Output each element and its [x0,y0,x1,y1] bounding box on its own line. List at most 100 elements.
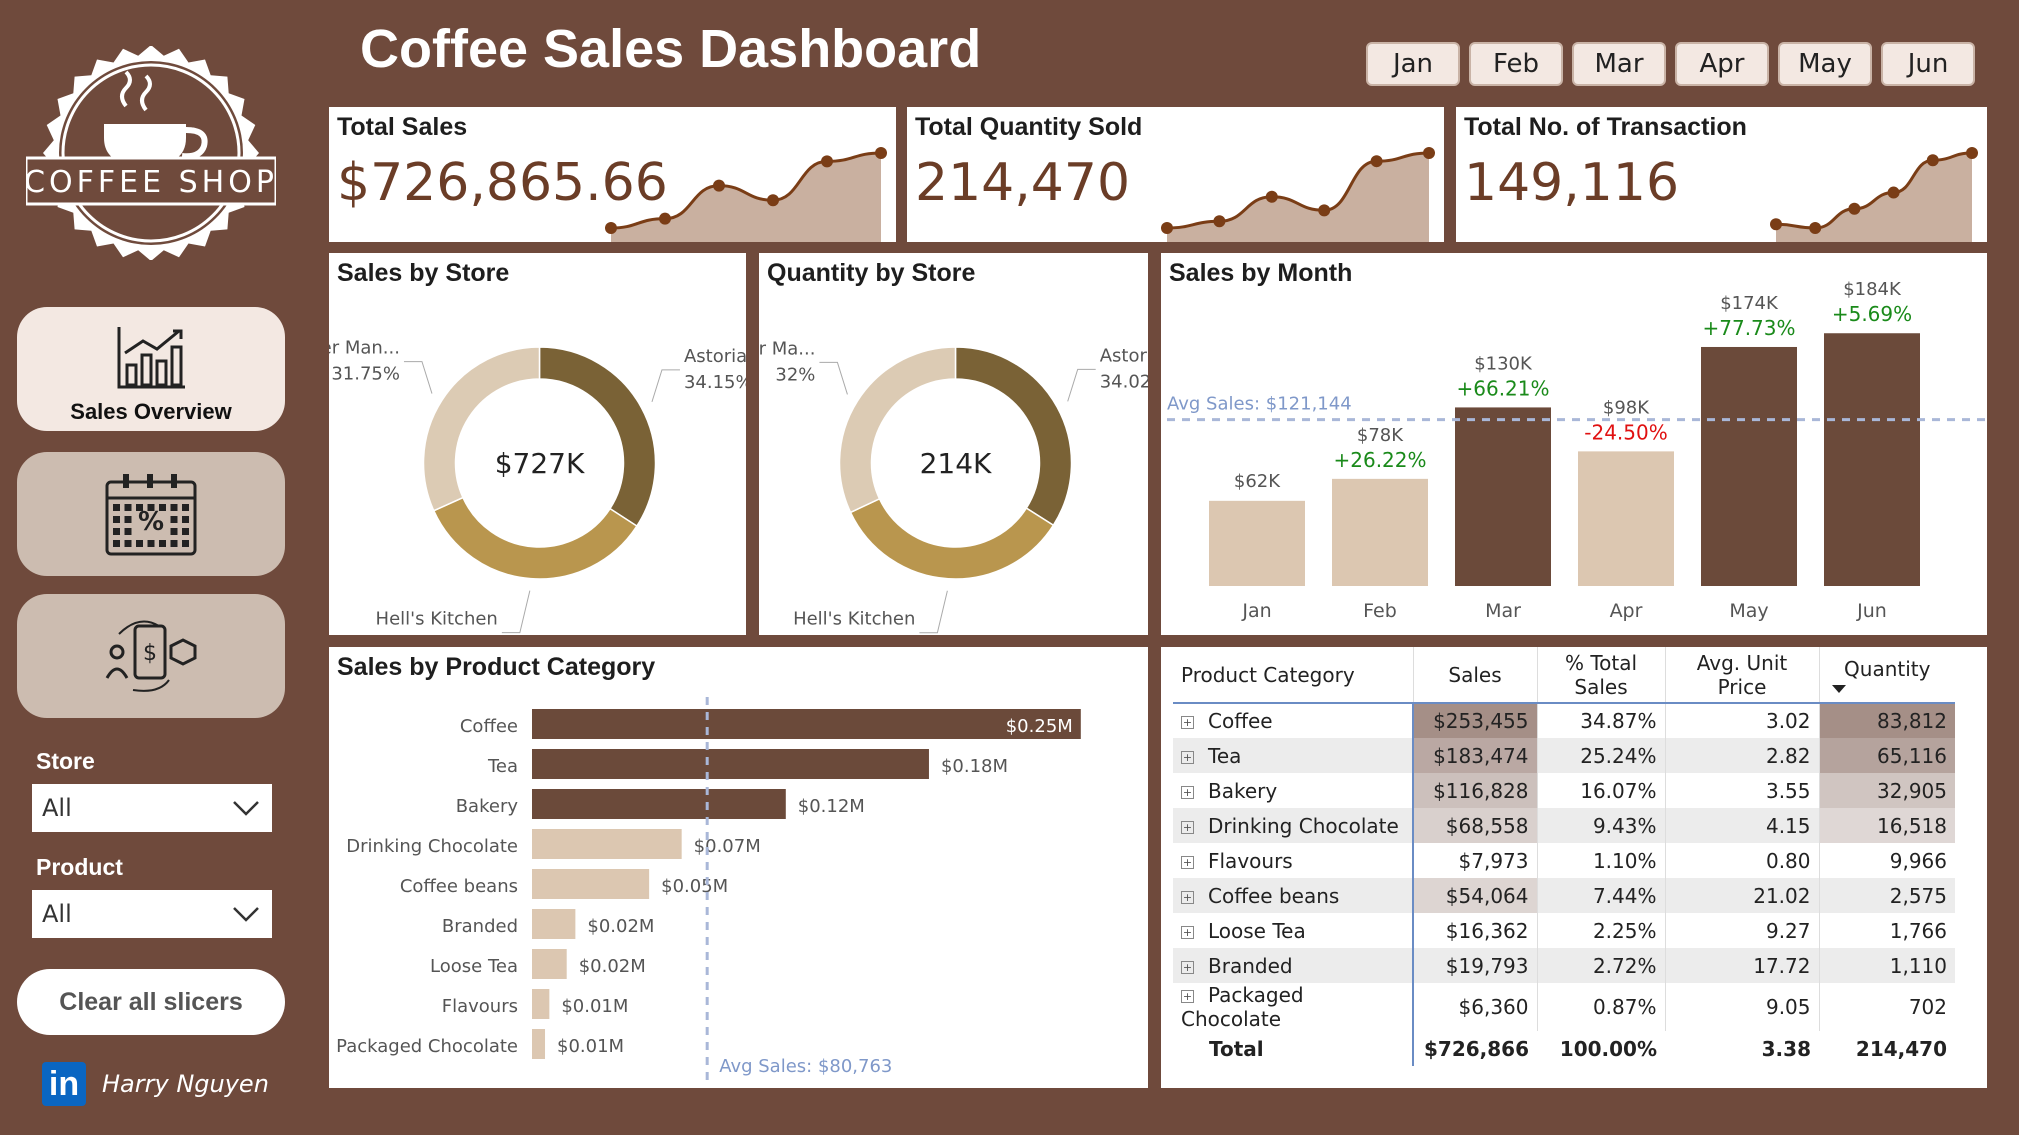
average-label: Avg Sales: $80,763 [719,1056,892,1077]
category-tick-label: Loose Tea [430,956,518,977]
category-bar-branded [532,909,576,939]
sparkline-point [821,155,833,168]
table-row[interactable]: + Loose Tea $16,362 2.25% 9.27 1,766 [1173,913,1955,948]
expand-icon[interactable]: + [1181,716,1194,729]
donut-leader-line [501,590,531,634]
value-cell: 9.43% [1537,808,1666,843]
category-name: Tea [1208,743,1242,768]
table-row[interactable]: + Packaged Chocolate $6,360 0.87% 9.05 702 [1173,983,1955,1031]
month-value-label: $184K [1843,279,1902,300]
svg-text:$: $ [143,641,157,666]
month-value-label: $174K [1720,293,1779,314]
value-cell: 2.25% [1537,913,1666,948]
category-name: Coffee [1208,709,1273,733]
donut-percent: 31.75% [331,364,400,385]
month-change-label: +26.22% [1333,448,1426,472]
calendar-icon: % [105,474,197,556]
clear-slicers-button[interactable]: Clear all slicers [17,969,285,1035]
matrix-column-header[interactable]: Quantity [1819,647,1955,703]
expand-icon[interactable]: + [1181,820,1194,834]
category-value-label: $0.25M [1006,716,1073,737]
product-slicer-dropdown[interactable]: All [32,890,272,938]
store-slicer-dropdown[interactable]: All [32,784,272,832]
value-cell: 16.07% [1537,773,1666,808]
value-cell: 16,518 [1819,808,1955,843]
category-bar-flavours [532,989,550,1019]
kpi-total-sales: Total Sales $726,865.66 [329,107,896,242]
donut-leader-line [919,590,948,634]
expand-icon[interactable]: + [1181,925,1194,939]
kpi-total-transactions: Total No. of Transaction 149,116 [1456,107,1987,242]
value-cell: $19,793 [1412,948,1538,983]
sparkline-point [1926,154,1939,167]
table-row[interactable]: + Coffee $253,455 34.87% 3.02 83,812 [1173,703,1955,738]
expand-icon[interactable]: + [1181,890,1194,904]
table-row[interactable]: + Bakery $116,828 16.07% 3.55 32,905 [1173,773,1955,808]
kpi-value: 149,116 [1464,153,1680,213]
category-bar-tea [532,749,929,779]
matrix-column-header[interactable]: Product Category [1173,647,1414,703]
category-value-label: $0.01M [561,996,628,1017]
donut-percent: 34.15% [684,372,746,393]
value-cell: 65,116 [1819,738,1955,773]
expand-icon[interactable]: + [1181,785,1194,799]
calendar-cell [159,540,166,547]
linkedin-icon[interactable]: in [42,1062,86,1106]
matrix-column-header[interactable]: Sales [1413,647,1538,703]
value-cell: $6,360 [1412,983,1538,1031]
table-row[interactable]: + Drinking Chocolate $68,558 9.43% 4.15 16,51… [1173,808,1955,843]
donut-percent: 34.02% [1100,371,1148,392]
value-cell: $183,474 [1412,738,1538,773]
sparkline-point [1370,155,1383,168]
calendar-cell [170,528,178,535]
sparkline-point [1265,190,1278,203]
expand-icon[interactable]: + [1181,750,1194,764]
value-cell: 34.87% [1537,703,1666,738]
category-bar-coffee-beans [532,869,650,899]
category-value-label: $0.05M [661,876,728,897]
donut-leader-line [651,369,680,403]
kpi-title: Total No. of Transaction [1464,113,1747,141]
nav-sales-overview[interactable]: Sales Overview [17,307,285,431]
nav-calendar[interactable]: % [17,452,285,576]
month-bar-jan [1209,500,1305,586]
table-row[interactable]: + Coffee beans $54,064 7.44% 21.02 2,575 [1173,878,1955,913]
sparkline-area [611,153,881,242]
month-button-jan[interactable]: Jan [1366,42,1460,86]
value-cell: 1,766 [1889,918,1947,943]
sparkline-point [659,212,671,225]
value-cell: 9.27 [1665,913,1820,948]
total-value: 214,470 [1855,1036,1947,1061]
donut-label: Hell's Kitchen [376,609,498,630]
expand-icon[interactable]: + [1181,960,1194,974]
month-button-may[interactable]: May [1778,42,1872,86]
table-row[interactable]: + Tea $183,474 25.24% 2.82 65,116 [1173,738,1955,773]
nav-customer[interactable]: $ [17,594,285,718]
month-value-label: $98K [1603,397,1650,418]
table-row[interactable]: + Flavours $7,973 1.10% 0.80 9,966 [1173,843,1955,878]
value-cell: 4.15 [1665,808,1820,843]
sort-descending-icon [1831,684,1846,693]
calendar-cell [124,516,132,523]
sparkline-point [1318,204,1331,217]
category-cell: + Loose Tea [1173,913,1414,948]
sparkline-point [767,194,779,207]
table-row[interactable]: + Branded $19,793 2.72% 17.72 1,110 [1173,948,1955,983]
month-button-apr[interactable]: Apr [1675,42,1769,86]
month-button-mar[interactable]: Mar [1572,42,1666,86]
calendar-cell [124,504,132,511]
total-row: Total $726,866 100.00% 3.38 214,470 [1173,1031,1955,1066]
expand-icon[interactable]: + [1181,855,1194,869]
expand-icon[interactable]: + [1181,990,1194,1003]
month-button-jun[interactable]: Jun [1881,42,1975,86]
matrix-column-header[interactable]: % Total Sales [1537,647,1666,703]
donut-center-value: $727K [495,447,585,480]
value-cell: $16,362 [1412,913,1538,948]
category-name: Drinking Chocolate [1208,813,1399,838]
bar-chart-icon [117,327,185,389]
logo-text: COFFEE SHOP [26,165,276,200]
sparkline-area [1167,153,1429,242]
month-button-feb[interactable]: Feb [1469,42,1563,86]
value-cell: 21.02 [1665,878,1820,913]
matrix-column-header[interactable]: Avg. Unit Price [1665,647,1820,703]
